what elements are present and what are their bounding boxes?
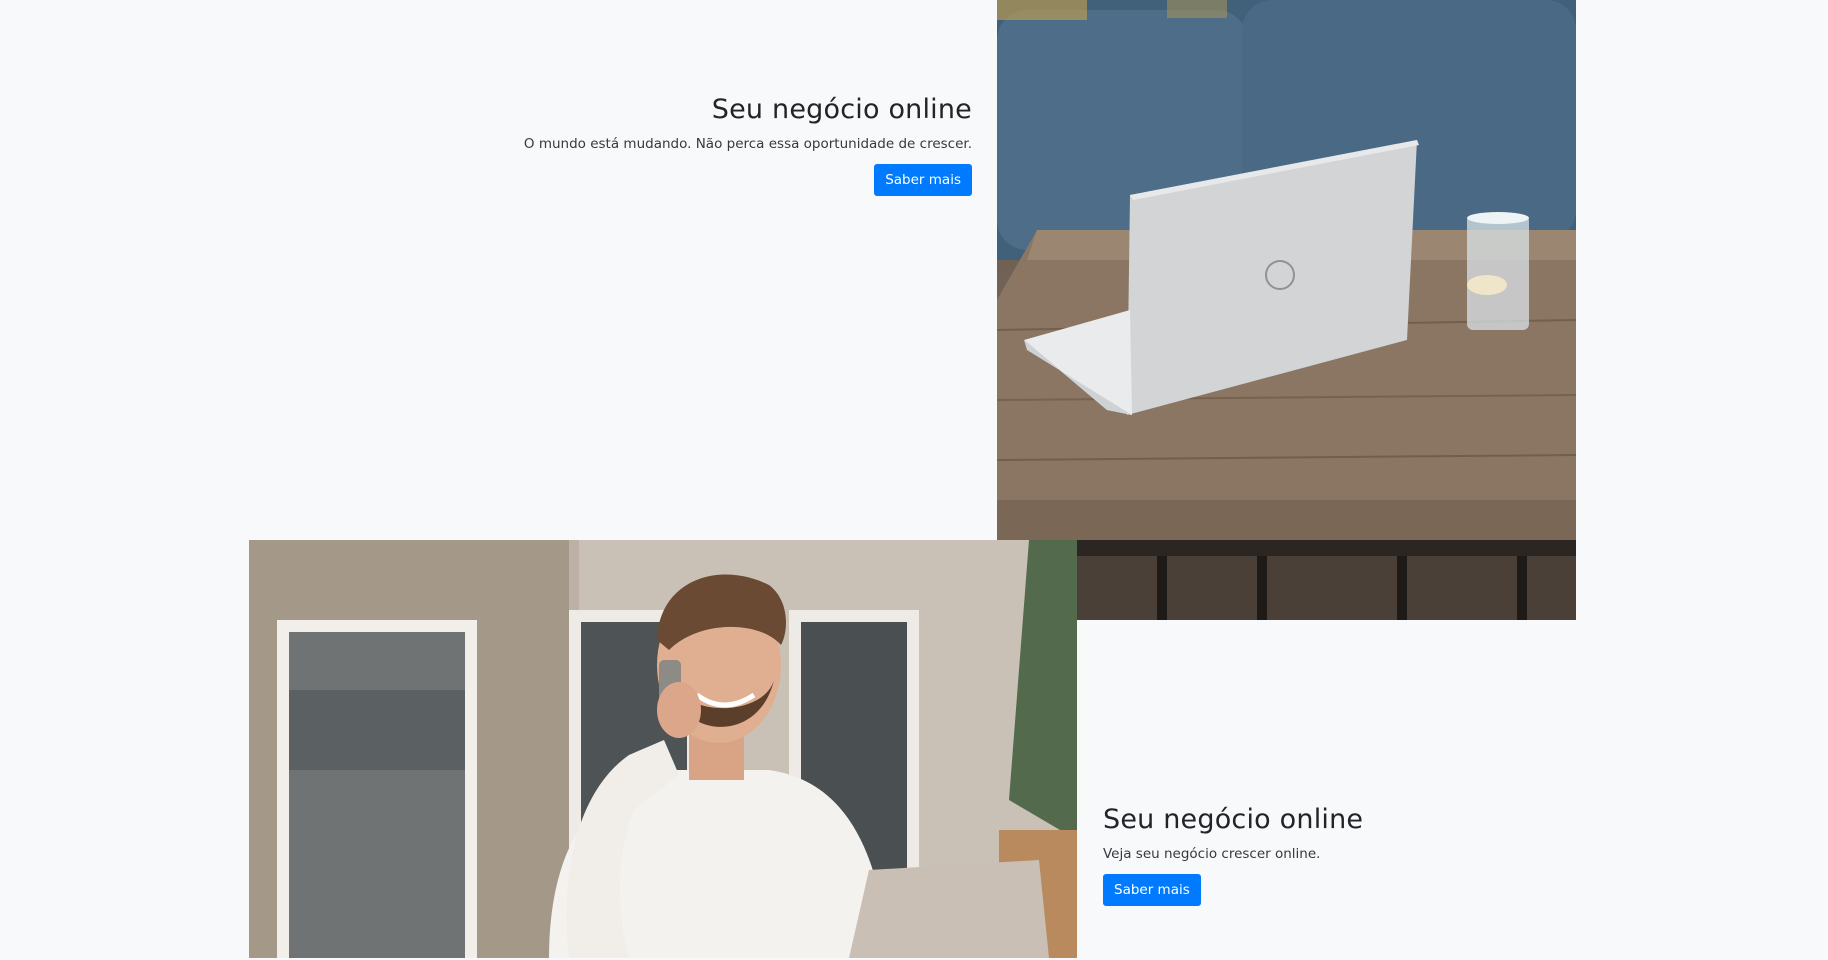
man-on-phone-photo — [249, 540, 1077, 958]
feature-1-saber-mais-button[interactable]: Saber mais — [874, 164, 972, 196]
page: Seu negócio online O mundo está mudando.… — [0, 0, 1828, 960]
feature-1-text: Seu negócio online O mundo está mudando.… — [412, 92, 972, 196]
feature-2-title: Seu negócio online — [1103, 804, 1364, 835]
feature-2-description: Veja seu negócio crescer online. — [1103, 846, 1321, 862]
feature-1-description: O mundo está mudando. Não perca essa opo… — [523, 136, 972, 152]
feature-2-text: Seu negócio online Veja seu negócio cres… — [1103, 802, 1663, 906]
laptop-photo-illustration — [997, 0, 1576, 620]
man-photo-illustration — [249, 540, 1077, 958]
feature-2-saber-mais-button[interactable]: Saber mais — [1103, 874, 1201, 906]
feature-1-title: Seu negócio online — [711, 94, 972, 125]
laptop-photo — [997, 0, 1576, 620]
